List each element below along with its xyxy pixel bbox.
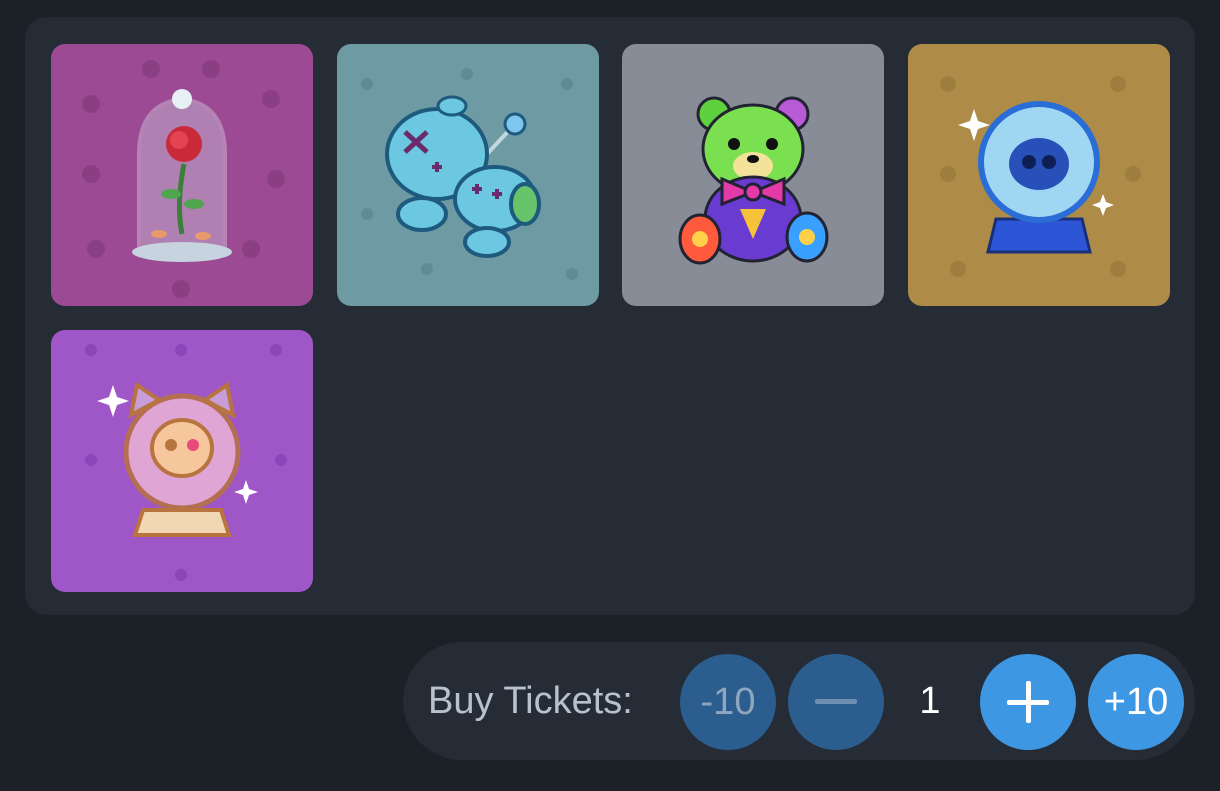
plus-icon (1007, 681, 1049, 723)
decrement-button[interactable] (788, 654, 884, 750)
plus-ten-label: +10 (1103, 680, 1169, 723)
cat-skull-snow-globe-icon (85, 344, 287, 581)
teddy-bear-icon (678, 96, 829, 265)
item-tile-rose[interactable] (51, 44, 313, 306)
minus-ten-button[interactable]: -10 (680, 654, 776, 750)
buy-tickets-label: Buy Tickets: (428, 680, 633, 722)
item-tile-teddy[interactable] (622, 44, 884, 306)
increment-button[interactable] (980, 654, 1076, 750)
enchanted-rose-icon (82, 60, 285, 298)
item-tile-snow-globe[interactable] (51, 330, 313, 592)
voodoo-doll-icon (361, 68, 578, 280)
skull-crystal-ball-icon (940, 76, 1141, 277)
buy-tickets-bar: Buy Tickets: -10 1 +10 (403, 642, 1195, 760)
plus-ten-button[interactable]: +10 (1088, 654, 1184, 750)
ticket-quantity: 1 (919, 680, 941, 722)
item-tile-crystal-ball[interactable] (908, 44, 1170, 306)
item-tile-voodoo[interactable] (337, 44, 599, 306)
minus-icon (815, 699, 857, 704)
items-panel (25, 17, 1195, 615)
minus-ten-label: -10 (700, 680, 756, 723)
